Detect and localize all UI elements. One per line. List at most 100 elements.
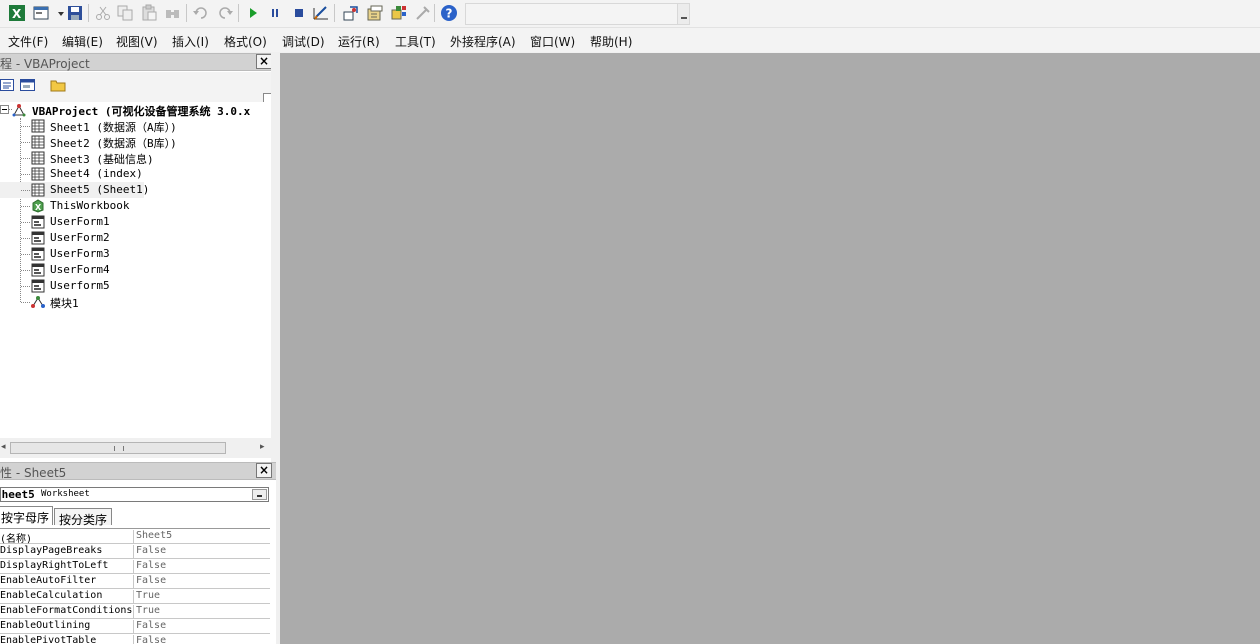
tree-root[interactable]: VBAProject (可视化设备管理系统 3.0.x — [0, 102, 276, 118]
insert-userform-icon[interactable] — [32, 4, 50, 22]
design-mode-icon[interactable] — [312, 4, 330, 22]
object-selector[interactable]: Sheet5 Worksheet — [0, 487, 269, 502]
tree-item-label: Sheet2 (数据源（B库）) — [50, 137, 177, 150]
menu-window[interactable]: 窗口(W) — [530, 33, 575, 50]
svg-text:?: ? — [446, 7, 453, 21]
project-tree-hscrollbar[interactable]: ◂ ▸ — [0, 438, 276, 458]
property-row[interactable]: DisplayPageBreaks False — [0, 544, 270, 559]
object-browser-icon[interactable] — [390, 4, 408, 22]
tree-item-label: Sheet4 (index) — [50, 167, 143, 180]
view-object-icon[interactable] — [20, 78, 36, 92]
menu-format[interactable]: 格式(O) — [224, 33, 267, 50]
properties-grid: (名称) Sheet5 DisplayPageBreaks False Disp… — [0, 528, 270, 644]
reset-icon[interactable] — [290, 4, 308, 22]
properties-panel-close-button[interactable]: × — [256, 463, 272, 478]
worksheet-icon — [31, 151, 45, 165]
paste-icon[interactable] — [140, 4, 158, 22]
property-value[interactable]: Sheet5 — [136, 530, 172, 541]
menu-addins[interactable]: 外接程序(A) — [450, 33, 516, 50]
property-value[interactable]: False — [136, 545, 166, 556]
chevron-down-icon[interactable] — [252, 489, 267, 500]
menu-debug[interactable]: 调试(D) — [282, 33, 325, 50]
property-name: EnableAutoFilter — [0, 575, 134, 589]
undo-icon[interactable] — [192, 4, 210, 22]
toolbar-combo[interactable] — [465, 3, 690, 25]
workbook-icon: X — [31, 199, 45, 213]
menu-help[interactable]: 帮助(H) — [590, 33, 632, 50]
menu-view[interactable]: 视图(V) — [116, 33, 158, 50]
property-value[interactable]: False — [136, 635, 166, 644]
userform-icon — [31, 231, 45, 245]
project-explorer-icon[interactable] — [342, 4, 360, 22]
dropdown-arrow-icon[interactable] — [52, 4, 64, 22]
tree-item-selected[interactable]: Sheet5 (Sheet1) — [0, 182, 149, 198]
property-value[interactable]: True — [136, 605, 160, 616]
toolbox-icon[interactable] — [414, 4, 432, 22]
menu-file[interactable]: 文件(F) — [8, 33, 48, 50]
userform-icon — [31, 263, 45, 277]
property-value[interactable]: False — [136, 620, 166, 631]
module-icon — [31, 295, 45, 309]
code-workspace[interactable] — [280, 53, 1260, 644]
menu-run[interactable]: 运行(R) — [338, 33, 380, 50]
tree-root-label: VBAProject (可视化设备管理系统 3.0.x — [32, 105, 251, 118]
property-row[interactable]: EnableCalculation True — [0, 589, 270, 604]
property-row[interactable]: DisplayRightToLeft False — [0, 559, 270, 574]
excel-icon[interactable]: X — [8, 4, 26, 22]
copy-icon[interactable] — [116, 4, 134, 22]
chevron-down-icon[interactable] — [677, 4, 689, 24]
property-value[interactable]: True — [136, 590, 160, 601]
property-name: (名称) — [0, 530, 134, 544]
toggle-folders-icon[interactable] — [50, 78, 66, 92]
menu-insert[interactable]: 插入(I) — [172, 33, 209, 50]
project-panel-close-button[interactable]: × — [256, 54, 272, 69]
tree-item-label: Userform5 — [50, 279, 110, 292]
tab-alphabetic[interactable]: 按字母序 — [0, 506, 53, 525]
toolbar-separator — [186, 4, 187, 22]
tree-item-label: Sheet5 (Sheet1) — [50, 183, 150, 196]
tree-item-label: UserForm3 — [50, 247, 110, 260]
userform-icon — [31, 215, 45, 229]
project-tree: VBAProject (可视化设备管理系统 3.0.x Sheet1 (数据源（… — [0, 102, 276, 438]
property-row[interactable]: EnablePivotTable False — [0, 634, 270, 644]
scroll-right-icon[interactable]: ▸ — [260, 442, 265, 452]
project-panel-titlebar[interactable]: 工程 - VBAProject × — [0, 53, 276, 71]
property-name: EnableFormatConditionsCalculation — [0, 605, 134, 619]
redo-icon[interactable] — [216, 4, 234, 22]
property-row[interactable]: EnableFormatConditionsCalculation True — [0, 604, 270, 619]
properties-tabs: 按字母序 按分类序 — [0, 506, 276, 527]
worksheet-icon — [31, 167, 45, 181]
save-icon[interactable] — [66, 4, 84, 22]
properties-window-icon[interactable] — [366, 4, 384, 22]
view-code-icon[interactable] — [0, 78, 16, 92]
tree-item-label: Sheet1 (数据源（A库）) — [50, 121, 177, 134]
project-explorer-panel: 工程 - VBAProject × VBAProjec — [0, 53, 276, 462]
menu-tools[interactable]: 工具(T) — [395, 33, 436, 50]
project-panel-toolbar — [0, 72, 276, 117]
cut-icon[interactable] — [94, 4, 112, 22]
toolbar-separator — [88, 4, 89, 22]
object-type: Worksheet — [41, 489, 90, 499]
vbaproject-icon — [12, 103, 26, 117]
help-icon[interactable]: ? — [440, 4, 458, 22]
toolbar-separator — [434, 4, 435, 22]
property-value[interactable]: False — [136, 575, 166, 586]
property-row[interactable]: (名称) Sheet5 — [0, 529, 270, 544]
break-icon[interactable] — [266, 4, 284, 22]
collapse-icon[interactable] — [0, 105, 9, 114]
property-row[interactable]: EnableOutlining False — [0, 619, 270, 634]
find-icon[interactable] — [164, 4, 182, 22]
tab-categorized[interactable]: 按分类序 — [54, 508, 112, 527]
scroll-thumb[interactable] — [10, 442, 226, 454]
toolbar-separator — [334, 4, 335, 22]
property-row[interactable]: EnableAutoFilter False — [0, 574, 270, 589]
menu-edit[interactable]: 编辑(E) — [62, 33, 103, 50]
tree-guide-line — [20, 118, 21, 302]
run-icon[interactable] — [244, 4, 262, 22]
properties-panel-title: 属性 - Sheet5 — [0, 466, 67, 480]
properties-panel-titlebar[interactable]: 属性 - Sheet5 × — [0, 462, 276, 480]
scroll-left-icon[interactable]: ◂ — [1, 442, 6, 452]
property-value[interactable]: False — [136, 560, 166, 571]
property-name: DisplayRightToLeft — [0, 560, 134, 574]
worksheet-icon — [31, 135, 45, 149]
